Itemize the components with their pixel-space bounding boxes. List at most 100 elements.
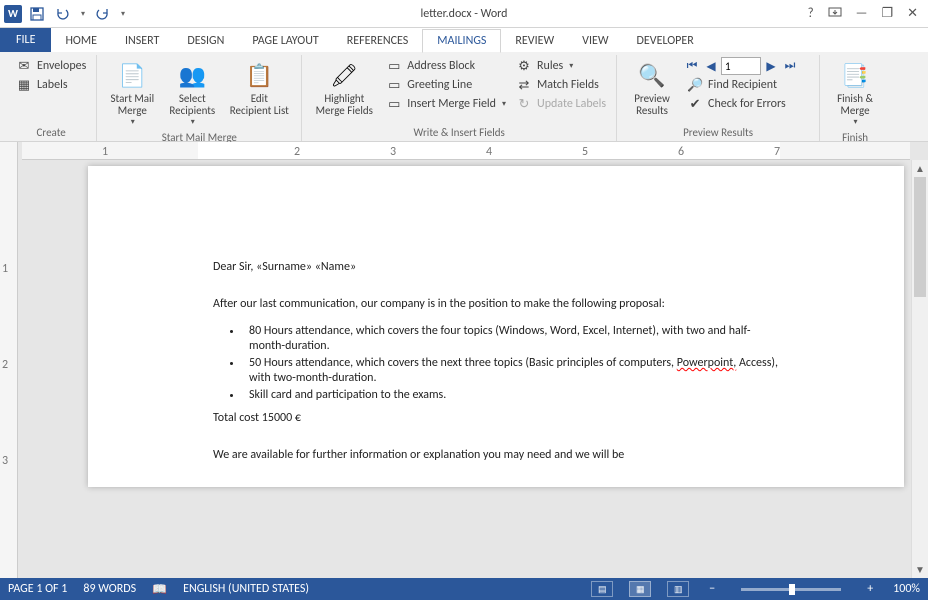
dropdown-icon: ▾ [131,117,135,127]
highlight-merge-fields-button[interactable]: 🖍 HighlightMerge Fields [308,57,380,119]
minimize-button[interactable]: — [856,6,868,21]
dropdown-icon: ▾ [569,61,573,71]
status-page[interactable]: PAGE 1 OF 1 [8,582,67,596]
group-start-mail-merge: 📄 Start MailMerge ▾ 👥 SelectRecipients ▾… [97,55,302,141]
dropdown-icon: ▾ [502,99,506,109]
record-number-input[interactable] [721,57,761,75]
greeting-line-button[interactable]: ▭ Greeting Line [382,76,510,94]
envelopes-button[interactable]: ✉ Envelopes [12,57,90,75]
mail-merge-icon: 📄 [116,59,148,91]
redo-button[interactable] [92,3,114,25]
zoom-out-button[interactable]: − [705,582,719,596]
update-labels-icon: ↻ [516,96,532,112]
window-controls: ? — ❐ ✕ [808,6,928,21]
tab-home[interactable]: HOME [51,30,111,52]
tab-references[interactable]: REFERENCES [333,30,423,52]
zoom-level[interactable]: 100% [893,582,920,596]
tab-file[interactable]: FILE [0,28,51,52]
last-record-button[interactable]: ⏭ [781,57,799,75]
view-print-layout-button[interactable]: ▦ [629,581,651,597]
edit-recipient-list-button[interactable]: 📋 EditRecipient List [223,57,295,119]
document-title: letter.docx - Word [421,7,508,21]
horizontal-ruler[interactable]: 1 2 3 4 5 6 7 [22,142,910,160]
vruler-tick: 3 [2,454,8,468]
help-button[interactable]: ? [808,6,814,21]
match-icon: ⇄ [516,77,532,93]
first-record-button[interactable]: ⏮ [683,57,701,75]
restore-button[interactable]: ❐ [881,6,893,21]
scroll-thumb[interactable] [914,177,926,297]
highlight-icon: 🖍 [328,59,360,91]
tab-page-layout[interactable]: PAGE LAYOUT [238,30,332,52]
zoom-in-button[interactable]: + [863,582,877,596]
update-labels-button: ↻ Update Labels [512,95,610,113]
vertical-scrollbar[interactable]: ▲ ▼ [911,160,928,578]
doc-bullet-2-pre: 50 Hours attendance, which covers the ne… [249,356,677,370]
zoom-slider-knob[interactable] [789,584,795,595]
hruler-tick: 2 [294,145,300,159]
tab-design[interactable]: DESIGN [173,30,238,52]
find-recipient-label: Find Recipient [708,78,777,92]
finish-merge-button[interactable]: 📑 Finish &Merge ▾ [826,57,884,129]
dropdown-icon: ▾ [854,117,858,127]
doc-intro[interactable]: After our last communication, our compan… [213,297,779,312]
highlight-label: HighlightMerge Fields [316,93,373,117]
tab-insert[interactable]: INSERT [111,30,173,52]
status-language[interactable]: ENGLISH (UNITED STATES) [183,582,309,596]
undo-button[interactable] [52,3,74,25]
insert-merge-field-button[interactable]: ▭ Insert Merge Field ▾ [382,95,510,113]
labels-button[interactable]: ▦ Labels [12,76,90,94]
match-fields-button[interactable]: ⇄ Match Fields [512,76,610,94]
vertical-ruler[interactable]: 1 2 3 [0,142,18,578]
group-write-label: Write & Insert Fields [308,124,610,141]
rules-button[interactable]: ⚙ Rules ▾ [512,57,610,75]
tab-view[interactable]: VIEW [568,30,622,52]
close-button[interactable]: ✕ [907,6,918,21]
labels-label: Labels [37,78,68,92]
doc-bullet-2[interactable]: 50 Hours attendance, which covers the ne… [243,356,779,386]
labels-icon: ▦ [16,77,32,93]
preview-icon: 🔍 [636,59,668,91]
hruler-tick: 5 [582,145,588,159]
save-button[interactable] [26,3,48,25]
status-proofing-icon[interactable]: 📖 [152,582,167,597]
doc-bullet-list[interactable]: 80 Hours attendance, which covers the fo… [243,324,779,403]
check-icon: ✔ [687,96,703,112]
tab-developer[interactable]: DEVELOPER [623,30,708,52]
status-words[interactable]: 89 WORDS [83,582,136,596]
rules-icon: ⚙ [516,58,532,74]
hruler-tick: 4 [486,145,492,159]
envelopes-label: Envelopes [37,59,86,73]
check-errors-button[interactable]: ✔ Check for Errors [683,95,813,113]
word-app-icon[interactable]: W [4,5,22,23]
next-record-button[interactable]: ▶ [762,57,780,75]
envelope-icon: ✉ [16,58,32,74]
prev-record-button[interactable]: ◀ [702,57,720,75]
doc-bullet-1[interactable]: 80 Hours attendance, which covers the fo… [243,324,779,354]
doc-total[interactable]: Total cost 15000 € [213,411,779,426]
qat-customize-dropdown[interactable]: ▾ [118,9,128,19]
preview-results-button[interactable]: 🔍 PreviewResults [623,57,681,119]
document-page[interactable]: Dear Sir, «Surname» «Name» After our las… [88,166,904,487]
undo-dropdown[interactable]: ▾ [78,9,88,19]
scroll-up-button[interactable]: ▲ [912,160,928,177]
view-web-layout-button[interactable]: ▥ [667,581,689,597]
save-icon [30,7,44,21]
find-recipient-button[interactable]: 🔎 Find Recipient [683,76,813,94]
select-recipients-label: SelectRecipients [169,93,215,117]
select-recipients-button[interactable]: 👥 SelectRecipients ▾ [163,57,221,129]
zoom-slider[interactable] [741,588,841,591]
doc-closing[interactable]: We are available for further information… [213,448,779,463]
start-mail-merge-button[interactable]: 📄 Start MailMerge ▾ [103,57,161,129]
address-block-button[interactable]: ▭ Address Block [382,57,510,75]
tab-mailings[interactable]: MAILINGS [422,29,501,53]
finish-merge-label: Finish &Merge [837,93,873,117]
ribbon-display-button[interactable] [828,6,842,21]
view-read-mode-button[interactable]: ▤ [591,581,613,597]
check-errors-label: Check for Errors [708,97,786,111]
tab-review[interactable]: REVIEW [501,30,568,52]
doc-bullet-3[interactable]: Skill card and participation to the exam… [243,388,779,403]
doc-greeting[interactable]: Dear Sir, «Surname» «Name» [213,260,779,275]
scroll-down-button[interactable]: ▼ [912,561,928,578]
vruler-tick: 2 [2,358,8,372]
